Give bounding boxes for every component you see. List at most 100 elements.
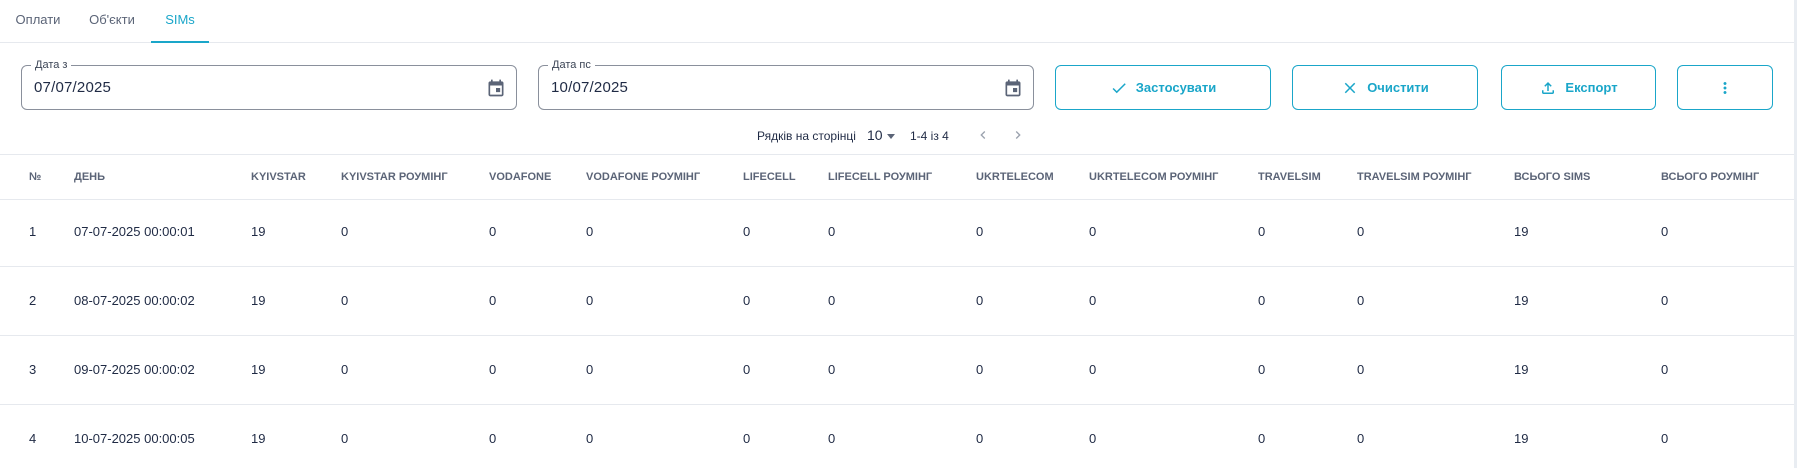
table-cell: 0 — [341, 362, 349, 377]
table-cell: 0 — [1357, 431, 1365, 446]
table-cell: 0 — [1258, 362, 1266, 377]
table-cell: 19 — [1514, 293, 1529, 308]
upload-icon — [1539, 79, 1557, 97]
table-row[interactable]: 3 09-07-2025 00:00:02 19 0 0 0 0 0 0 0 0… — [0, 336, 1794, 405]
tab-sims[interactable]: SIMs — [151, 0, 209, 43]
calendar-icon[interactable] — [486, 78, 506, 98]
column-header[interactable]: LIFECELL — [743, 155, 796, 199]
column-header[interactable]: UKRTELECOM — [976, 155, 1054, 199]
chevron-left-icon — [975, 127, 991, 146]
date-to-field[interactable]: Дата пс 10/07/2025 — [538, 58, 1034, 110]
table-row[interactable]: 2 08-07-2025 00:00:02 19 0 0 0 0 0 0 0 0… — [0, 267, 1794, 336]
table-cell: 0 — [1661, 224, 1669, 239]
column-header[interactable]: ДЕНЬ — [74, 155, 105, 199]
date-from-field[interactable]: Дата з 07/07/2025 — [21, 58, 517, 110]
table-cell: 0 — [489, 224, 497, 239]
column-header[interactable]: ВСЬОГО SIMS — [1514, 155, 1590, 199]
table-row[interactable]: 1 07-07-2025 00:00:01 19 0 0 0 0 0 0 0 0… — [0, 198, 1794, 267]
tab-payments[interactable]: Оплати — [14, 0, 62, 42]
table-cell: 0 — [976, 362, 984, 377]
rows-per-page-label: Рядків на сторінці — [757, 129, 856, 143]
table-cell: 0 — [341, 431, 349, 446]
table-cell: 0 — [586, 431, 594, 446]
clear-button[interactable]: Очистити — [1292, 65, 1478, 110]
table-row[interactable]: 4 10-07-2025 00:00:05 19 0 0 0 0 0 0 0 0… — [0, 405, 1794, 473]
table-cell: 0 — [1258, 431, 1266, 446]
table-header: № ДЕНЬ KYIVSTAR KYIVSTAR РОУМІНГ VODAFON… — [0, 154, 1794, 200]
table-cell: 4 — [29, 431, 37, 446]
table-cell: 0 — [1258, 293, 1266, 308]
table-cell: 19 — [1514, 362, 1529, 377]
table-cell: 0 — [976, 293, 984, 308]
rows-per-page-select[interactable]: 10 — [867, 127, 883, 143]
table-cell: 0 — [1661, 362, 1669, 377]
table-cell: 10-07-2025 00:00:05 — [74, 431, 195, 446]
table-cell: 0 — [341, 293, 349, 308]
table-cell: 2 — [29, 293, 37, 308]
table-cell: 0 — [586, 362, 594, 377]
table-cell: 0 — [1089, 293, 1097, 308]
table-cell: 0 — [1661, 431, 1669, 446]
table-cell: 3 — [29, 362, 37, 377]
table-cell: 0 — [489, 293, 497, 308]
table-cell: 0 — [489, 362, 497, 377]
table-cell: 07-07-2025 00:00:01 — [74, 224, 195, 239]
column-header[interactable]: KYIVSTAR РОУМІНГ — [341, 155, 448, 199]
table-cell: 0 — [1357, 293, 1365, 308]
chevron-right-icon — [1010, 127, 1026, 146]
date-from-value[interactable]: 07/07/2025 — [34, 79, 111, 96]
table-cell: 0 — [743, 362, 751, 377]
table-cell: 0 — [586, 293, 594, 308]
table-cell: 0 — [1089, 224, 1097, 239]
table-cell: 0 — [489, 431, 497, 446]
column-header[interactable]: № — [29, 155, 41, 199]
date-from-label: Дата з — [31, 58, 72, 72]
clear-label: Очистити — [1367, 80, 1429, 95]
table-cell: 19 — [251, 224, 266, 239]
column-header[interactable]: TRAVELSIM РОУМІНГ — [1357, 155, 1472, 199]
column-header[interactable]: VODAFONE РОУМІНГ — [586, 155, 700, 199]
table-cell: 0 — [1089, 362, 1097, 377]
calendar-icon[interactable] — [1003, 78, 1023, 98]
export-button[interactable]: Експорт — [1501, 65, 1656, 110]
table-cell: 0 — [976, 224, 984, 239]
table-cell: 0 — [743, 224, 751, 239]
table-cell: 19 — [251, 431, 266, 446]
column-header[interactable]: LIFECELL РОУМІНГ — [828, 155, 932, 199]
table-cell: 0 — [828, 293, 836, 308]
table-cell: 0 — [1661, 293, 1669, 308]
tab-bar: Оплати Об'єкти SIMs — [0, 0, 1794, 43]
column-header[interactable]: TRAVELSIM — [1258, 155, 1321, 199]
table-cell: 19 — [251, 293, 266, 308]
next-page-button[interactable] — [1008, 126, 1028, 146]
table-cell: 0 — [828, 431, 836, 446]
table-cell: 08-07-2025 00:00:02 — [74, 293, 195, 308]
chevron-down-icon[interactable] — [887, 134, 895, 139]
table-cell: 0 — [828, 224, 836, 239]
pagination: Рядків на сторінці 10 1-4 із 4 — [0, 126, 1794, 146]
column-header[interactable]: UKRTELECOM РОУМІНГ — [1089, 155, 1218, 199]
export-label: Експорт — [1565, 80, 1618, 95]
column-header[interactable]: ВСЬОГО РОУМІНГ — [1661, 155, 1759, 199]
table-cell: 0 — [976, 431, 984, 446]
table-cell: 19 — [251, 362, 266, 377]
table-cell: 0 — [828, 362, 836, 377]
table-cell: 1 — [29, 224, 37, 239]
table-cell: 0 — [1089, 431, 1097, 446]
apply-label: Застосувати — [1135, 80, 1217, 95]
tab-objects[interactable]: Об'єкти — [86, 0, 138, 42]
date-to-value[interactable]: 10/07/2025 — [551, 79, 628, 96]
column-header[interactable]: VODAFONE — [489, 155, 551, 199]
column-header[interactable]: KYIVSTAR — [251, 155, 306, 199]
prev-page-button[interactable] — [973, 126, 993, 146]
more-vertical-icon — [1716, 79, 1734, 97]
apply-button[interactable]: Застосувати — [1055, 65, 1271, 110]
table-cell: 0 — [586, 224, 594, 239]
close-icon — [1341, 79, 1359, 97]
table-cell: 0 — [341, 224, 349, 239]
table-cell: 0 — [1357, 362, 1365, 377]
table-cell: 0 — [743, 293, 751, 308]
table-cell: 0 — [743, 431, 751, 446]
table-cell: 19 — [1514, 224, 1529, 239]
more-options-button[interactable] — [1677, 65, 1773, 110]
